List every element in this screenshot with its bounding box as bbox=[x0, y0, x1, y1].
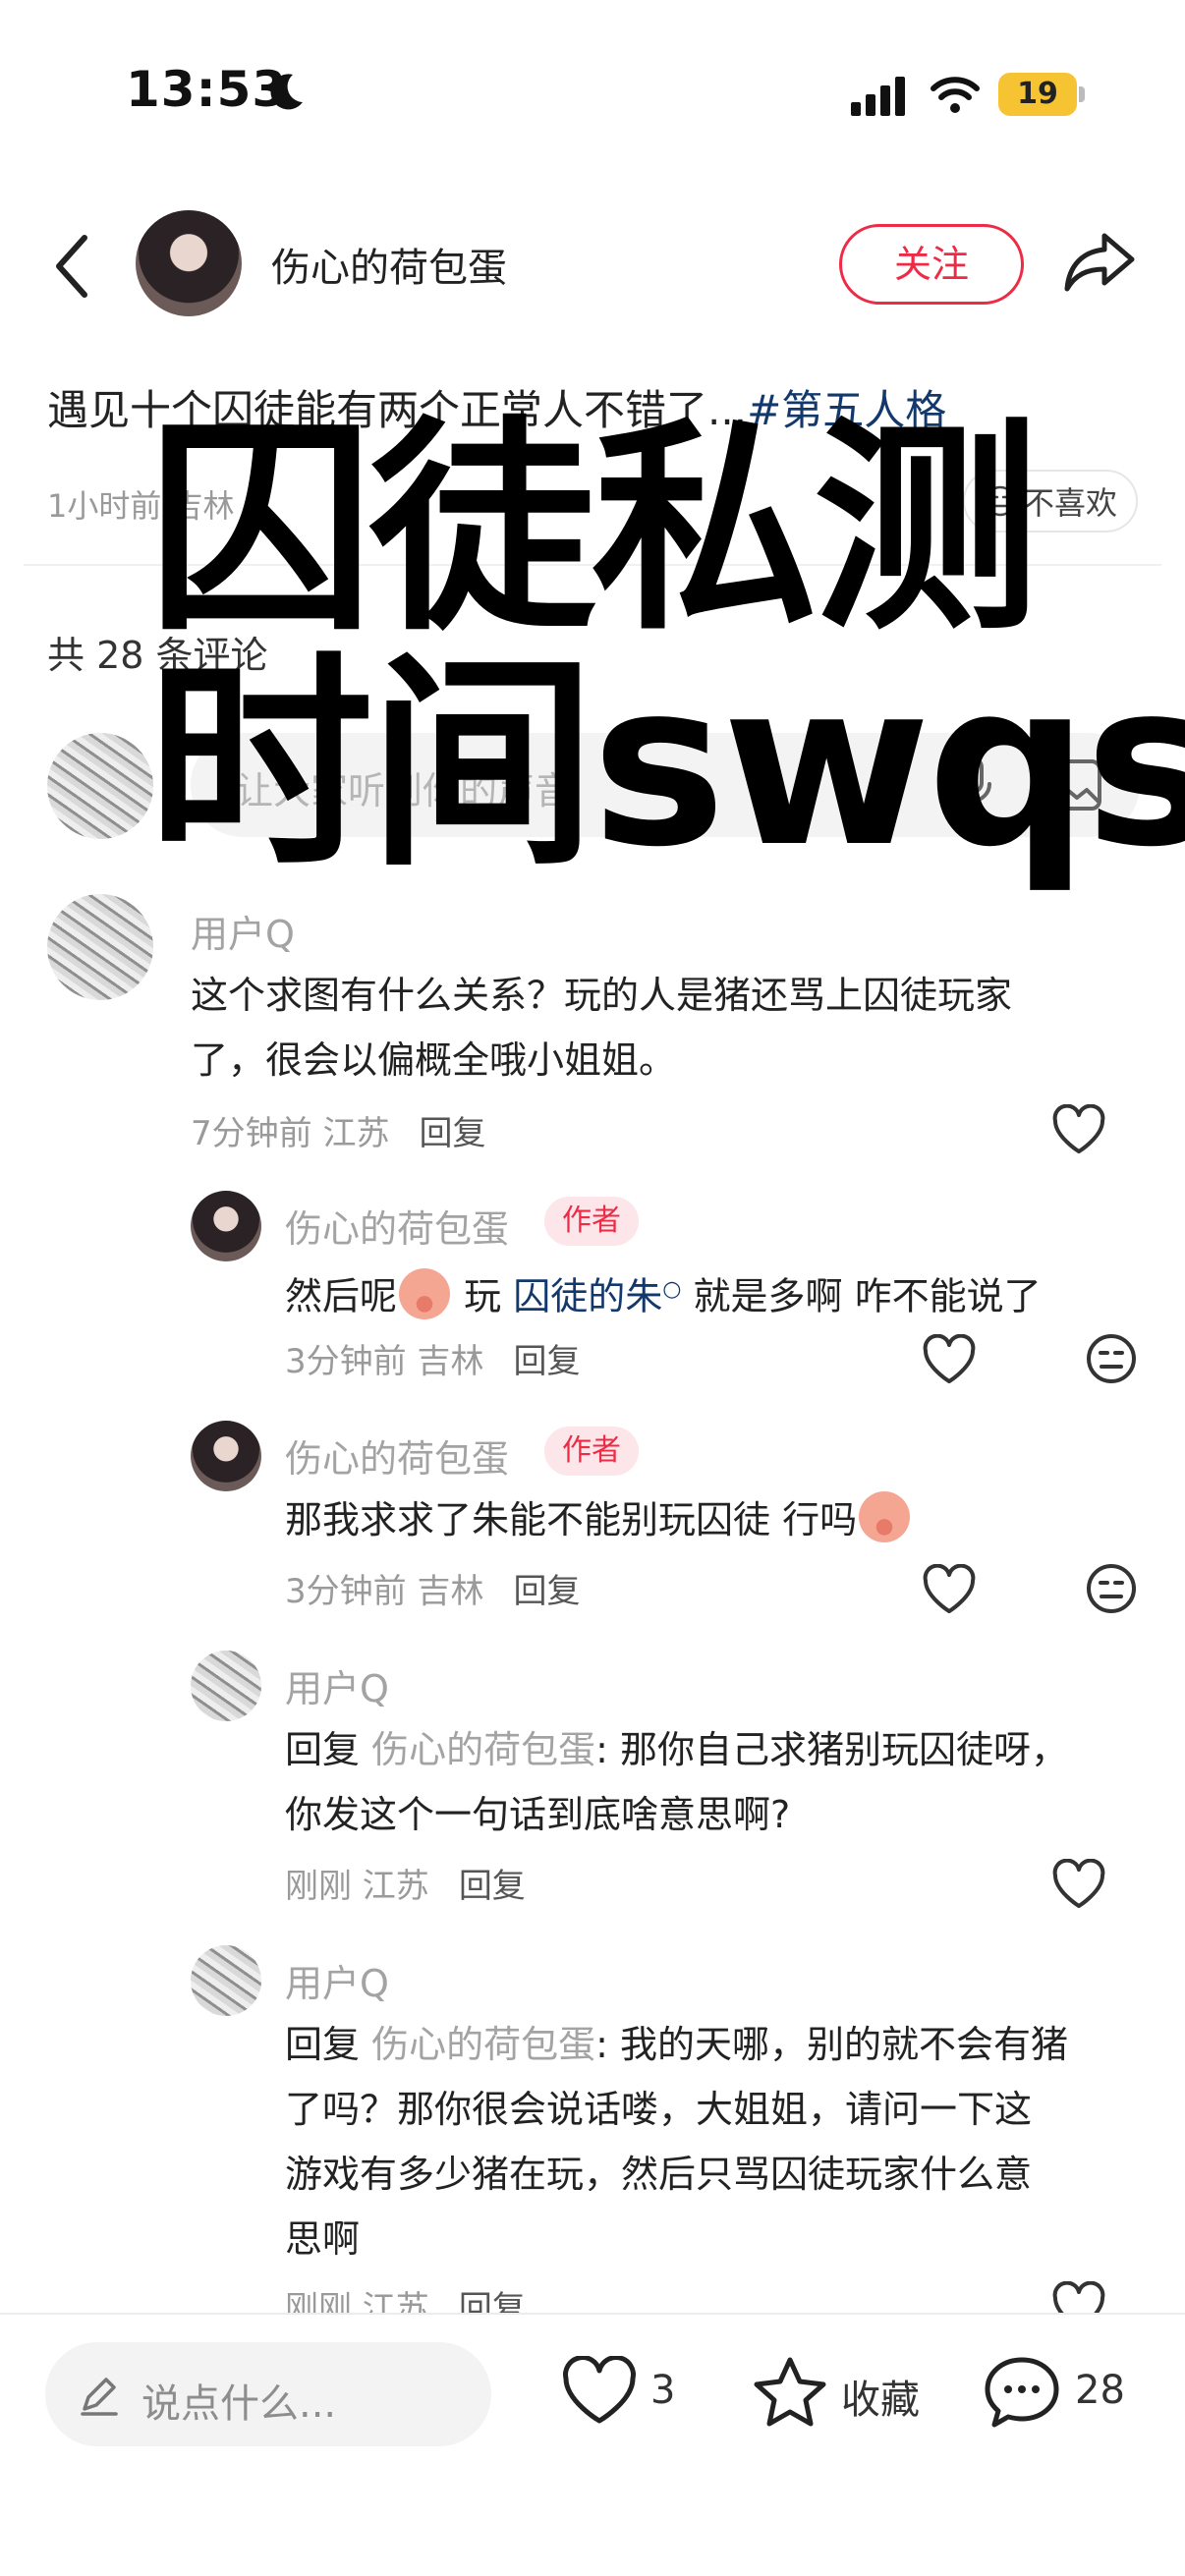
comment-avatar[interactable] bbox=[191, 1651, 261, 1721]
comment-username[interactable]: 用户Q bbox=[285, 1953, 389, 2007]
reply-button[interactable]: 回复 bbox=[419, 1114, 485, 1153]
battery-cap bbox=[1079, 86, 1085, 102]
moon-icon bbox=[270, 74, 303, 110]
bottom-divider bbox=[0, 2313, 1185, 2315]
heart-icon[interactable] bbox=[922, 1334, 977, 1385]
author-avatar[interactable] bbox=[136, 210, 242, 316]
reply-button[interactable]: 回复 bbox=[513, 1572, 580, 1611]
reply-button[interactable]: 回复 bbox=[459, 1867, 526, 1906]
comment-avatar[interactable] bbox=[191, 1421, 261, 1491]
author-badge: 作者 bbox=[544, 1427, 639, 1476]
search-link[interactable]: 囚徒的朱 bbox=[513, 1275, 662, 1318]
comment-text: 回复 伤心的荷包蛋: 我的天哪，别的就不会有猪 了吗？那你很会说话喽，大姐姐，请… bbox=[285, 2023, 1068, 2261]
search-icon: ○ bbox=[662, 1277, 682, 1302]
reply-button[interactable]: 回复 bbox=[513, 1342, 580, 1381]
mention-link[interactable]: 伤心的荷包蛋 bbox=[371, 1728, 595, 1771]
battery-indicator: 19 bbox=[998, 73, 1077, 116]
favorite-label[interactable]: 收藏 bbox=[841, 2368, 920, 2425]
follow-button[interactable]: 关注 bbox=[839, 224, 1024, 305]
comment-meta: 刚刚 江苏 回复 bbox=[285, 1867, 526, 1906]
comment-text: 回复 伤心的荷包蛋: 那你自己求猪别玩囚徒呀， 你发这个一句话到底啥意思啊? bbox=[285, 1728, 1068, 1836]
sweat-face-emoji-icon bbox=[859, 1491, 911, 1542]
comment-meta: 3分钟前 吉林 回复 bbox=[285, 1572, 581, 1611]
comment-username[interactable]: 伤心的荷包蛋 bbox=[285, 1199, 509, 1253]
my-avatar bbox=[47, 733, 153, 839]
comment-username[interactable]: 伤心的荷包蛋 bbox=[285, 1428, 509, 1483]
comment-meta: 7分钟前 江苏 回复 bbox=[191, 1114, 486, 1153]
like-count[interactable]: 3 bbox=[650, 2368, 675, 2413]
comment-text: 这个求图有什么关系？玩的人是猪还骂上囚徒玩家 了，很会以偏概全哦小姐姐。 bbox=[191, 974, 1013, 1082]
heart-icon[interactable] bbox=[922, 1564, 977, 1615]
heart-icon[interactable] bbox=[1051, 1859, 1106, 1910]
dislike-face-icon[interactable] bbox=[1085, 1332, 1138, 1385]
share-icon[interactable] bbox=[1063, 228, 1136, 297]
comment-avatar[interactable] bbox=[47, 894, 153, 1000]
comment-text: 然后呢 玩 囚徒的朱○ 就是多啊 咋不能说了 bbox=[285, 1258, 1042, 1329]
overlay-text: 囚徒私测 时间swqs bbox=[147, 399, 1185, 897]
heart-icon[interactable] bbox=[1051, 1104, 1106, 1155]
star-icon[interactable] bbox=[751, 2354, 829, 2429]
comment-avatar[interactable] bbox=[191, 1191, 261, 1261]
back-arrow-icon[interactable] bbox=[49, 232, 98, 301]
like-heart-icon[interactable] bbox=[560, 2356, 639, 2427]
wifi-icon bbox=[931, 77, 980, 113]
comment-count[interactable]: 28 bbox=[1075, 2368, 1125, 2413]
comment-text: 那我求求了朱能不能别玩囚徒 行吗 bbox=[285, 1487, 912, 1552]
author-badge: 作者 bbox=[544, 1197, 639, 1246]
signal-icon bbox=[851, 77, 905, 116]
sweat-face-emoji-icon bbox=[399, 1267, 451, 1319]
author-name[interactable]: 伤心的荷包蛋 bbox=[271, 236, 507, 293]
comment-username[interactable]: 用户Q bbox=[191, 904, 295, 958]
say-something-placeholder: 说点什么... bbox=[141, 2381, 337, 2427]
mention-link[interactable]: 伤心的荷包蛋 bbox=[371, 2023, 595, 2066]
comment-bubble-icon[interactable] bbox=[983, 2354, 1061, 2429]
comment-meta: 3分钟前 吉林 回复 bbox=[285, 1342, 581, 1381]
pencil-icon bbox=[81, 2378, 118, 2416]
comment-username[interactable]: 用户Q bbox=[285, 1658, 389, 1712]
comment-avatar[interactable] bbox=[191, 1945, 261, 2016]
dislike-face-icon[interactable] bbox=[1085, 1562, 1138, 1615]
